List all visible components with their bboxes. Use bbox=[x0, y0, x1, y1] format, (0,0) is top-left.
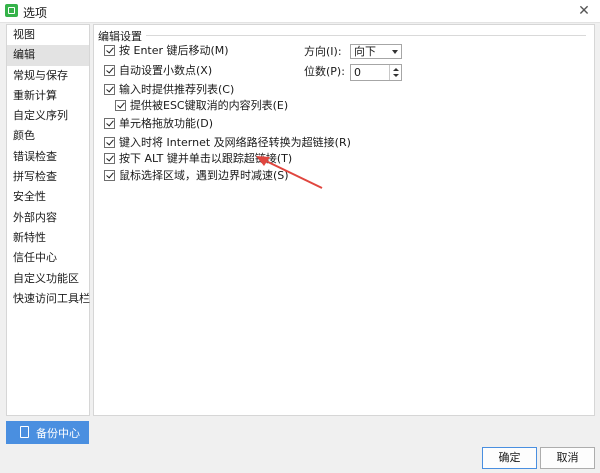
option-label: 提供被ESC键取消的内容列表(E) bbox=[130, 99, 289, 112]
backup-icon bbox=[20, 426, 29, 438]
decimals-stepper[interactable]: 0 bbox=[350, 64, 402, 81]
sidebar-item-trust-center[interactable]: 信任中心 bbox=[7, 248, 89, 268]
option-alt-click-hyperlink[interactable]: 按下 ALT 键并单击以跟踪超链接(T) bbox=[104, 151, 292, 167]
sidebar-item-external-content[interactable]: 外部内容 bbox=[7, 208, 89, 228]
option-suggest-list[interactable]: 输入时提供推荐列表(C) bbox=[104, 82, 234, 98]
decimals-value: 0 bbox=[354, 66, 361, 79]
app-icon bbox=[5, 4, 18, 17]
checkbox[interactable] bbox=[104, 118, 115, 129]
option-label: 按下 ALT 键并单击以跟踪超链接(T) bbox=[119, 152, 293, 165]
direction-label: 方向(I): bbox=[304, 45, 342, 58]
option-label: 鼠标选择区域，遇到边界时减速(S) bbox=[119, 169, 289, 182]
close-button[interactable]: ✕ bbox=[574, 1, 594, 21]
checkbox[interactable] bbox=[104, 45, 115, 56]
sidebar-item-error-check[interactable]: 错误检查 bbox=[7, 147, 89, 167]
option-label: 单元格拖放功能(D) bbox=[119, 117, 214, 130]
option-label: 自动设置小数点(X) bbox=[119, 64, 213, 77]
checkbox[interactable] bbox=[104, 65, 115, 76]
sidebar: 视图 编辑 常规与保存 重新计算 自定义序列 颜色 错误检查 拼写检查 安全性 … bbox=[6, 24, 90, 416]
sidebar-item-edit[interactable]: 编辑 bbox=[7, 45, 89, 66]
sidebar-item-view[interactable]: 视图 bbox=[7, 25, 89, 45]
option-slow-at-boundary[interactable]: 鼠标选择区域，遇到边界时减速(S) bbox=[104, 168, 289, 184]
sidebar-item-color[interactable]: 颜色 bbox=[7, 126, 89, 146]
backup-center-button[interactable]: 备份中心 bbox=[6, 421, 89, 444]
group-divider bbox=[146, 35, 586, 36]
option-esc-cancel-list[interactable]: 提供被ESC键取消的内容列表(E) bbox=[115, 98, 288, 114]
sidebar-item-general-save[interactable]: 常规与保存 bbox=[7, 66, 89, 86]
arrow-up-icon[interactable] bbox=[393, 68, 399, 71]
checkbox[interactable] bbox=[104, 170, 115, 181]
option-enter-move[interactable]: 按 Enter 键后移动(M) bbox=[104, 43, 229, 59]
group-title: 编辑设置 bbox=[98, 30, 142, 43]
chevron-down-icon bbox=[392, 50, 398, 54]
ok-button[interactable]: 确定 bbox=[482, 447, 537, 469]
option-label: 按 Enter 键后移动(M) bbox=[119, 44, 229, 57]
cancel-button[interactable]: 取消 bbox=[540, 447, 595, 469]
sidebar-item-custom-lists[interactable]: 自定义序列 bbox=[7, 106, 89, 126]
sidebar-item-recalculate[interactable]: 重新计算 bbox=[7, 86, 89, 106]
edit-settings-panel: 编辑设置 按 Enter 键后移动(M) 方向(I): 向下 自动设置小数点(X… bbox=[93, 24, 595, 416]
option-auto-decimal[interactable]: 自动设置小数点(X) bbox=[104, 63, 212, 79]
direction-value: 向下 bbox=[354, 45, 376, 58]
window-title: 选项 bbox=[23, 6, 48, 20]
direction-select[interactable]: 向下 bbox=[350, 44, 402, 59]
sidebar-item-quick-access-toolbar[interactable]: 快速访问工具栏 bbox=[7, 289, 90, 309]
option-convert-hyperlink[interactable]: 键入时将 Internet 及网络路径转换为超链接(R) bbox=[104, 135, 351, 151]
option-label: 键入时将 Internet 及网络路径转换为超链接(R) bbox=[119, 136, 351, 149]
arrow-down-icon[interactable] bbox=[393, 74, 399, 77]
checkbox[interactable] bbox=[104, 137, 115, 148]
checkbox[interactable] bbox=[104, 84, 115, 95]
option-drag-drop[interactable]: 单元格拖放功能(D) bbox=[104, 116, 213, 132]
checkbox[interactable] bbox=[115, 100, 126, 111]
stepper-arrows[interactable] bbox=[389, 65, 401, 80]
backup-center-label: 备份中心 bbox=[36, 427, 80, 440]
checkbox[interactable] bbox=[104, 153, 115, 164]
option-label: 输入时提供推荐列表(C) bbox=[119, 83, 235, 96]
title-bar: 选项 ✕ bbox=[0, 0, 600, 23]
decimals-label: 位数(P): bbox=[304, 65, 345, 78]
sidebar-item-new-features[interactable]: 新特性 bbox=[7, 228, 89, 248]
sidebar-item-security[interactable]: 安全性 bbox=[7, 187, 89, 207]
sidebar-item-custom-ribbon[interactable]: 自定义功能区 bbox=[7, 269, 89, 289]
sidebar-item-spell-check[interactable]: 拼写检查 bbox=[7, 167, 89, 187]
